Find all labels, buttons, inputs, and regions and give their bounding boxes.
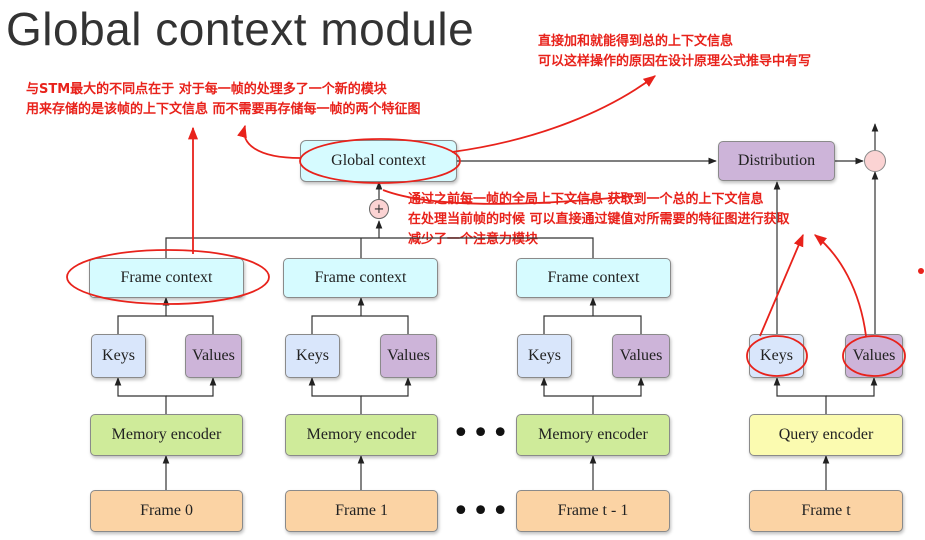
highlight-global-context [299, 138, 461, 184]
highlight-frame-context [66, 249, 270, 305]
highlight-values [842, 335, 906, 377]
annotation-marks [66, 75, 924, 377]
arrow-to-top-right-note [451, 75, 657, 153]
highlight-keys [746, 335, 808, 377]
arrow-to-second-line [237, 124, 301, 159]
arrow-from-middle-note [382, 189, 635, 205]
arrow-values-to-note [814, 234, 867, 337]
arrow-keys-to-note [759, 233, 804, 337]
stray-dot [918, 268, 924, 274]
